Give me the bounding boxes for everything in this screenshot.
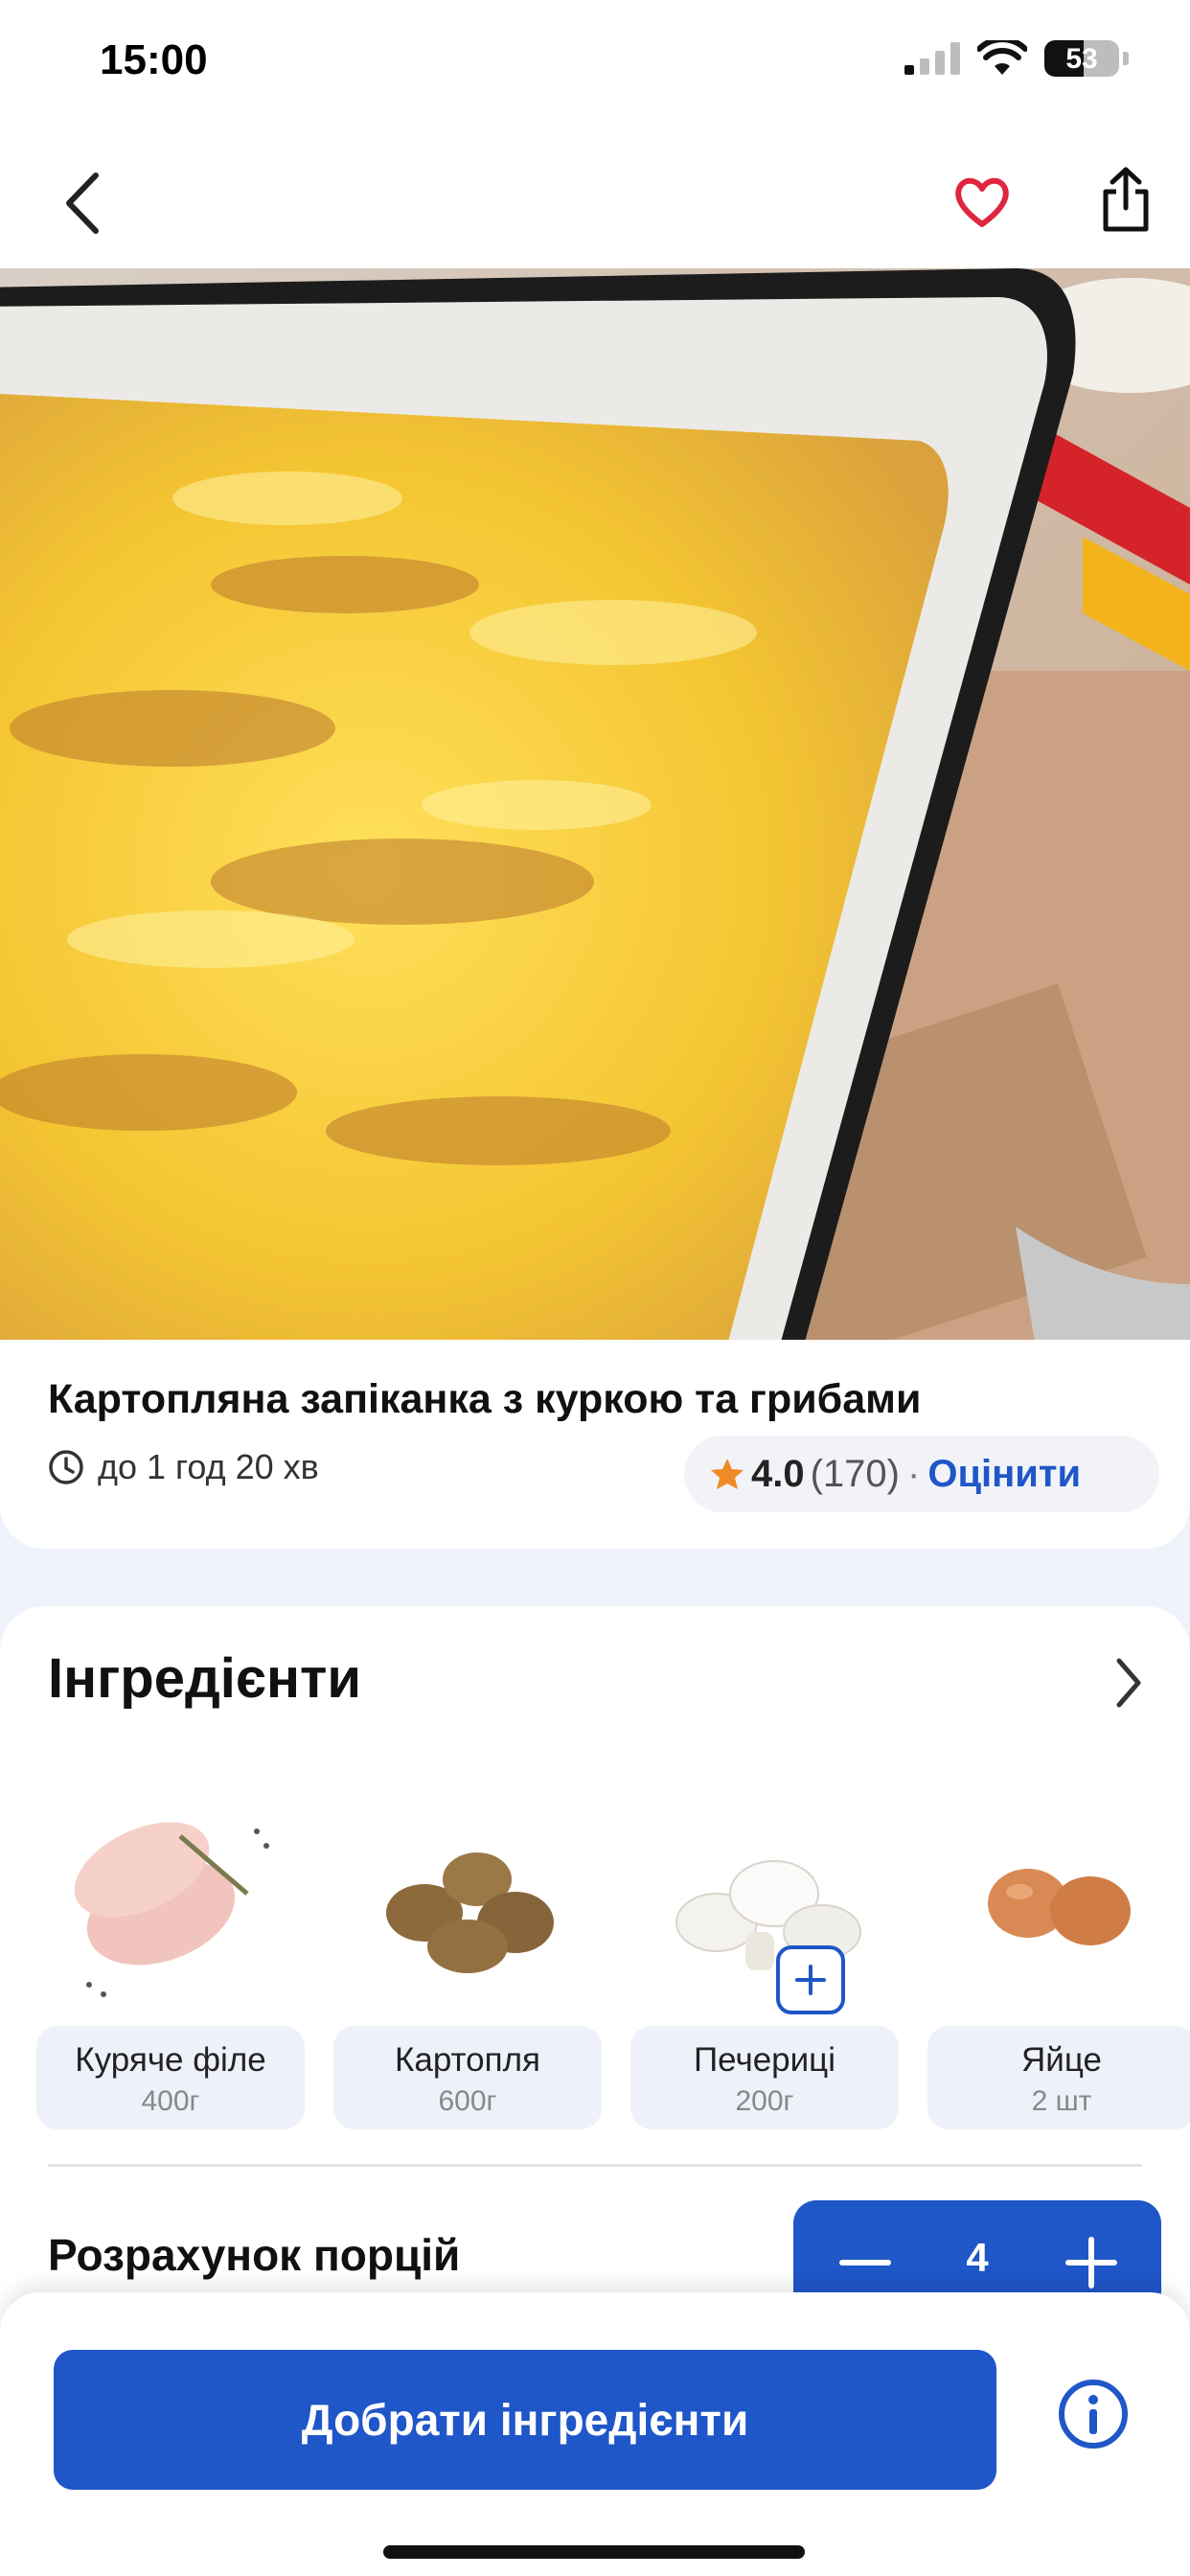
rating-count: (170) [810, 1452, 900, 1495]
share-icon [1103, 167, 1149, 232]
cooking-time-text: до 1 год 20 хв [98, 1447, 319, 1486]
add-ingredients-button[interactable]: Добрати інгредієнти [54, 2350, 996, 2490]
chicken-fillet-image [74, 1822, 269, 1997]
decrease-portions-button[interactable] [832, 2229, 899, 2296]
status-time: 15:00 [100, 36, 208, 83]
star-icon [711, 1459, 744, 1489]
battery-level: 53 [1065, 43, 1098, 75]
recipe-header: Картопляна запіканка з куркою та грибами… [0, 1340, 1190, 1549]
cooking-time: до 1 год 20 хв [48, 1447, 319, 1487]
ingredient-label: Картопля 600г [333, 2026, 602, 2129]
ingredients-title: Інгредієнти [48, 1647, 362, 1710]
battery-icon: 53 [1044, 40, 1119, 77]
back-button[interactable] [54, 167, 111, 240]
heart-icon [955, 177, 1009, 227]
back-icon [66, 172, 99, 234]
ingredient-label: Куряче філе 400г [36, 2026, 305, 2129]
ingredient-name: Картопля [395, 2041, 540, 2079]
ingredients-list: Куряче філе 400г Картопля 600г Печериці … [36, 1769, 1190, 2152]
status-icons: 53 [904, 40, 1129, 77]
info-icon [1059, 2380, 1128, 2449]
ingredient-qty: 200г [735, 2085, 794, 2117]
portions-value: 4 [966, 2235, 989, 2280]
section-divider [48, 2164, 1142, 2167]
ingredients-more-button[interactable] [1108, 1652, 1150, 1714]
recipe-title: Картопляна запіканка з куркою та грибами [48, 1376, 922, 1422]
ingredient-name: Яйце [1021, 2041, 1102, 2079]
clock-icon [49, 1450, 83, 1484]
rating-pill: 4.0 (170) · Оцінити [684, 1436, 1159, 1512]
chevron-right-icon [1116, 1658, 1141, 1708]
favorite-button[interactable] [949, 169, 1016, 236]
eggs-image [988, 1869, 1131, 1945]
share-button[interactable] [1092, 161, 1159, 238]
mushrooms-image [675, 1860, 861, 1970]
battery-cap [1123, 52, 1129, 65]
ingredient-name: Куряче філе [75, 2041, 266, 2079]
bottom-action-bar: Добрати інгредієнти [0, 2292, 1190, 2576]
ingredient-label: Яйце 2 шт [927, 2026, 1190, 2129]
ingredient-qty: 2 шт [1031, 2085, 1092, 2117]
wifi-icon [977, 40, 1027, 75]
ingredient-name: Печериці [694, 2041, 835, 2079]
signal-icon [904, 42, 960, 75]
rating-separator: · [907, 1452, 921, 1495]
minus-icon [839, 2260, 891, 2266]
increase-portions-button[interactable] [1058, 2229, 1125, 2296]
ingredient-item[interactable]: Куряче філе 400г [36, 1769, 305, 2152]
potatoes-image [386, 1852, 554, 1973]
ingredient-qty: 600г [438, 2085, 497, 2117]
info-button[interactable] [1058, 2379, 1129, 2450]
portions-label: Розрахунок порцій [48, 2230, 461, 2280]
ingredient-qty: 400г [141, 2085, 200, 2117]
home-indicator [383, 2545, 805, 2559]
ingredient-item[interactable]: Картопля 600г [333, 1769, 602, 2152]
status-bar: 15:00 53 [0, 0, 1190, 126]
recipe-photo [0, 268, 1190, 1342]
add-ingredient-button[interactable] [776, 1945, 845, 2014]
plus-icon [1065, 2237, 1117, 2288]
rate-button[interactable]: Оцінити [927, 1453, 1081, 1496]
ingredient-label: Печериці 200г [630, 2026, 899, 2129]
rating-value: 4.0 [751, 1452, 805, 1495]
plus-icon [795, 1965, 826, 1995]
ingredient-item[interactable]: Яйце 2 шт [927, 1769, 1190, 2152]
ingredient-item[interactable]: Печериці 200г [630, 1769, 899, 2152]
top-nav [0, 126, 1190, 268]
